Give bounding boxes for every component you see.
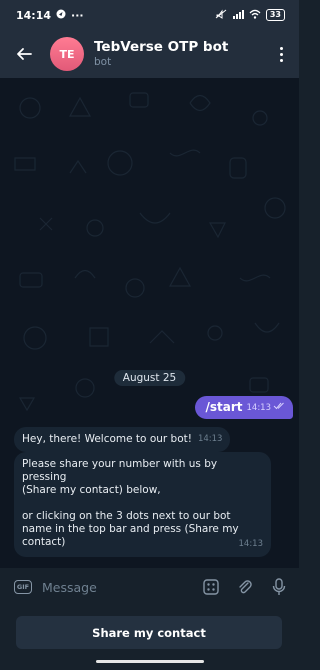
avatar[interactable]: TE bbox=[50, 37, 84, 71]
outgoing-message-time: 14:13 bbox=[246, 402, 272, 413]
status-extra: ··· bbox=[71, 8, 84, 22]
system-nav-bar bbox=[0, 654, 299, 670]
incoming-message-text: Hey, there! Welcome to our bot! bbox=[22, 433, 192, 445]
message-input[interactable] bbox=[42, 579, 201, 595]
microphone-icon[interactable] bbox=[269, 577, 289, 597]
chat-area[interactable]: August 25 /start 14:13 Hey, there! Welco… bbox=[0, 78, 299, 568]
incoming-message-time: 14:13 bbox=[197, 434, 223, 444]
outgoing-message-text: /start bbox=[205, 400, 243, 414]
chat-title-block[interactable]: TebVerse OTP bot bot bbox=[94, 39, 271, 69]
wifi-icon bbox=[249, 9, 261, 22]
reply-keyboard: Share my contact bbox=[0, 606, 299, 654]
status-bar: 14:14 ··· 33 bbox=[0, 0, 299, 30]
gif-icon[interactable]: GIF bbox=[14, 580, 32, 594]
battery-icon: 33 bbox=[265, 9, 285, 21]
mute-icon bbox=[215, 9, 227, 22]
more-menu-icon[interactable] bbox=[271, 42, 291, 66]
signal-icon bbox=[232, 9, 244, 22]
double-check-icon bbox=[273, 402, 285, 413]
notification-icon bbox=[56, 9, 66, 22]
incoming-message-paragraph: (Share my contact) below, bbox=[22, 484, 161, 496]
attach-icon[interactable] bbox=[235, 577, 255, 597]
date-separator: August 25 bbox=[113, 370, 186, 386]
share-contact-button[interactable]: Share my contact bbox=[16, 616, 282, 649]
status-time: 14:14 bbox=[16, 8, 52, 22]
chat-header: TE TebVerse OTP bot bot bbox=[0, 30, 299, 78]
outgoing-message[interactable]: /start 14:13 bbox=[195, 396, 293, 419]
chat-title: TebVerse OTP bot bbox=[94, 39, 229, 55]
keyboard-toggle-icon[interactable] bbox=[201, 577, 221, 597]
incoming-message-paragraph: Please share your number with us by pres… bbox=[22, 458, 218, 483]
chat-subtitle: bot bbox=[94, 56, 112, 68]
home-handle[interactable] bbox=[95, 660, 204, 663]
incoming-message[interactable]: Please share your number with us by pres… bbox=[14, 452, 271, 557]
back-arrow-icon[interactable] bbox=[12, 42, 36, 66]
incoming-message[interactable]: Hey, there! Welcome to our bot! 14:13 bbox=[14, 427, 231, 452]
message-composer: GIF bbox=[0, 568, 299, 606]
